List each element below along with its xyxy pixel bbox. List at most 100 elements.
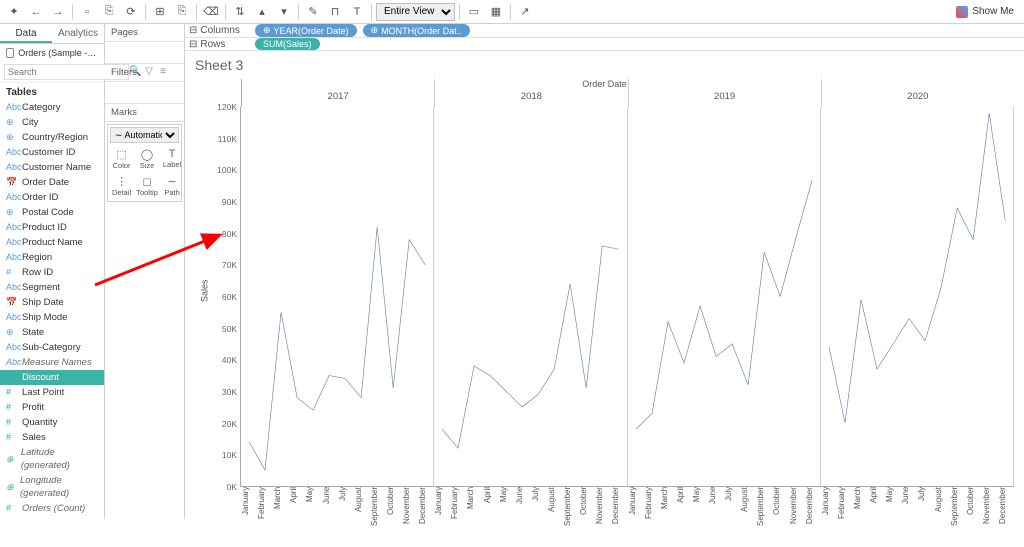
chart-panel-2018[interactable] [434, 107, 627, 487]
filters-shelf[interactable] [105, 82, 184, 104]
analytics-tab[interactable]: Analytics [52, 24, 104, 43]
field-postal-code[interactable]: ⊕Postal Code [0, 205, 104, 220]
clear-icon[interactable]: ⌫ [201, 2, 221, 22]
mark-color[interactable]: ⬚Color [110, 146, 133, 172]
new-worksheet-icon[interactable]: ⊞ [150, 2, 170, 22]
mark-path[interactable]: ∼Path [161, 173, 183, 199]
datasource-item[interactable]: Orders (Sample - Super... [0, 44, 104, 62]
chart-panel-2020[interactable] [821, 107, 1014, 487]
field-customer-id[interactable]: AbcCustomer ID [0, 145, 104, 160]
group-icon[interactable]: ⊓ [325, 2, 345, 22]
field-profit[interactable]: #Profit [0, 400, 104, 415]
field-orders-count-[interactable]: #Orders (Count) [0, 501, 104, 516]
fit-select[interactable]: Entire View [376, 3, 455, 21]
field-state[interactable]: ⊕State [0, 325, 104, 340]
field-measure-names[interactable]: AbcMeasure Names [0, 355, 104, 370]
field-last-point[interactable]: #Last Point [0, 385, 104, 400]
field-type-icon: # [6, 266, 18, 279]
field-segment[interactable]: AbcSegment [0, 280, 104, 295]
labels-icon[interactable]: T [347, 2, 367, 22]
swap-icon[interactable]: ⇅ [230, 2, 250, 22]
mark-label: Color [113, 161, 131, 170]
sort-asc-icon[interactable]: ▴ [252, 2, 272, 22]
present-icon[interactable]: ▭ [464, 2, 484, 22]
mark-label: Path [164, 188, 179, 197]
field-discount[interactable]: #Discount [0, 370, 104, 385]
x-tick: June [322, 487, 338, 547]
field-label: Ship Date [22, 296, 64, 309]
chart-panel-2019[interactable] [628, 107, 821, 487]
mark-detail[interactable]: ⋮Detail [110, 173, 133, 199]
mark-size[interactable]: ◯Size [134, 146, 160, 172]
x-tick: August [547, 487, 563, 547]
field-type-icon: ⊕ [6, 116, 18, 129]
duplicate-icon[interactable]: ⎘ [172, 2, 192, 22]
field-region[interactable]: AbcRegion [0, 250, 104, 265]
auto-update-icon[interactable]: ⟳ [121, 2, 141, 22]
field-label: Country/Region [22, 131, 88, 144]
field-ship-mode[interactable]: AbcShip Mode [0, 310, 104, 325]
field-label: Sub-Category [22, 341, 81, 354]
x-tick: July [724, 487, 740, 547]
share-icon[interactable]: ↗ [515, 2, 535, 22]
mark-label: Detail [112, 188, 131, 197]
year-header-2017: 2017 [241, 79, 434, 107]
field-order-id[interactable]: AbcOrder ID [0, 190, 104, 205]
x-tick: December [998, 487, 1014, 547]
rows-shelf[interactable]: ⊟Rows SUM(Sales) [185, 38, 1024, 51]
back-icon[interactable]: ← [26, 2, 46, 22]
columns-shelf[interactable]: ⊟Columns ⊕ YEAR(Order Date) ⊕ MONTH(Orde… [185, 24, 1024, 38]
forward-icon[interactable]: → [48, 2, 68, 22]
pill-sum-sales[interactable]: SUM(Sales) [255, 38, 320, 50]
field-label: Product ID [22, 221, 67, 234]
x-tick: January [434, 487, 450, 547]
pill-month[interactable]: ⊕ MONTH(Order Dat.. [363, 24, 470, 37]
field-sales[interactable]: #Sales [0, 430, 104, 445]
field-quantity[interactable]: #Quantity [0, 415, 104, 430]
mark-tooltip[interactable]: ◻Tooltip [134, 173, 160, 199]
field-type-icon: Abc [6, 161, 18, 174]
pages-shelf[interactable] [105, 42, 184, 64]
field-country-region[interactable]: ⊕Country/Region [0, 130, 104, 145]
field-order-date[interactable]: 📅Order Date [0, 175, 104, 190]
field-ship-date[interactable]: 📅Ship Date [0, 295, 104, 310]
sheet-title[interactable]: Sheet 3 [185, 51, 1024, 79]
mark-icon: T [169, 148, 176, 160]
field-product-id[interactable]: Abc Product ID [0, 220, 104, 235]
cards-pane: Pages Filters Marks ∼ Automatic ⬚Color◯S… [105, 24, 185, 519]
new-datasource-icon[interactable]: ⎘ [99, 2, 119, 22]
chart-viz[interactable]: Order Date 2017201820192020 Sales 0K10K2… [185, 79, 1024, 547]
cards-icon[interactable]: ▦ [486, 2, 506, 22]
field-category[interactable]: AbcCategory [0, 100, 104, 115]
pill-year[interactable]: ⊕ YEAR(Order Date) [255, 24, 357, 37]
x-tick: February [257, 487, 273, 547]
x-tick: March [273, 487, 289, 547]
rows-icon: ⊟ [189, 39, 197, 50]
field-latitude-generated-[interactable]: ⊕Latitude (generated) [0, 445, 104, 473]
highlight-icon[interactable]: ✎ [303, 2, 323, 22]
data-tab[interactable]: Data [0, 24, 52, 43]
field-type-icon: ⊕ [6, 453, 17, 466]
field-label: Sales [22, 431, 46, 444]
field-type-icon: Abc [6, 221, 18, 234]
field-type-icon: Abc [6, 341, 18, 354]
field-type-icon: Abc [6, 251, 18, 264]
field-customer-name[interactable]: AbcCustomer Name [0, 160, 104, 175]
tableau-icon[interactable]: ✦ [4, 2, 24, 22]
sort-desc-icon[interactable]: ▾ [274, 2, 294, 22]
show-me-button[interactable]: Show Me [950, 4, 1020, 20]
field-sub-category[interactable]: Abc Sub-Category [0, 340, 104, 355]
mark-label[interactable]: TLabel [161, 146, 183, 172]
x-axis-title: Order Date [582, 79, 627, 89]
field-longitude-generated-[interactable]: ⊕Longitude (generated) [0, 473, 104, 501]
pages-shelf-label: Pages [105, 24, 184, 42]
field-city[interactable]: ⊕City [0, 115, 104, 130]
chart-panel-2017[interactable] [241, 107, 434, 487]
x-tick: October [772, 487, 788, 547]
field-product-name[interactable]: AbcProduct Name [0, 235, 104, 250]
field-row-id[interactable]: #Row ID [0, 265, 104, 280]
y-tick: 120K [217, 102, 237, 112]
field-type-icon: ⊕ [6, 326, 18, 339]
save-icon[interactable]: ▫ [77, 2, 97, 22]
marks-type-select[interactable]: ∼ Automatic [110, 127, 179, 143]
